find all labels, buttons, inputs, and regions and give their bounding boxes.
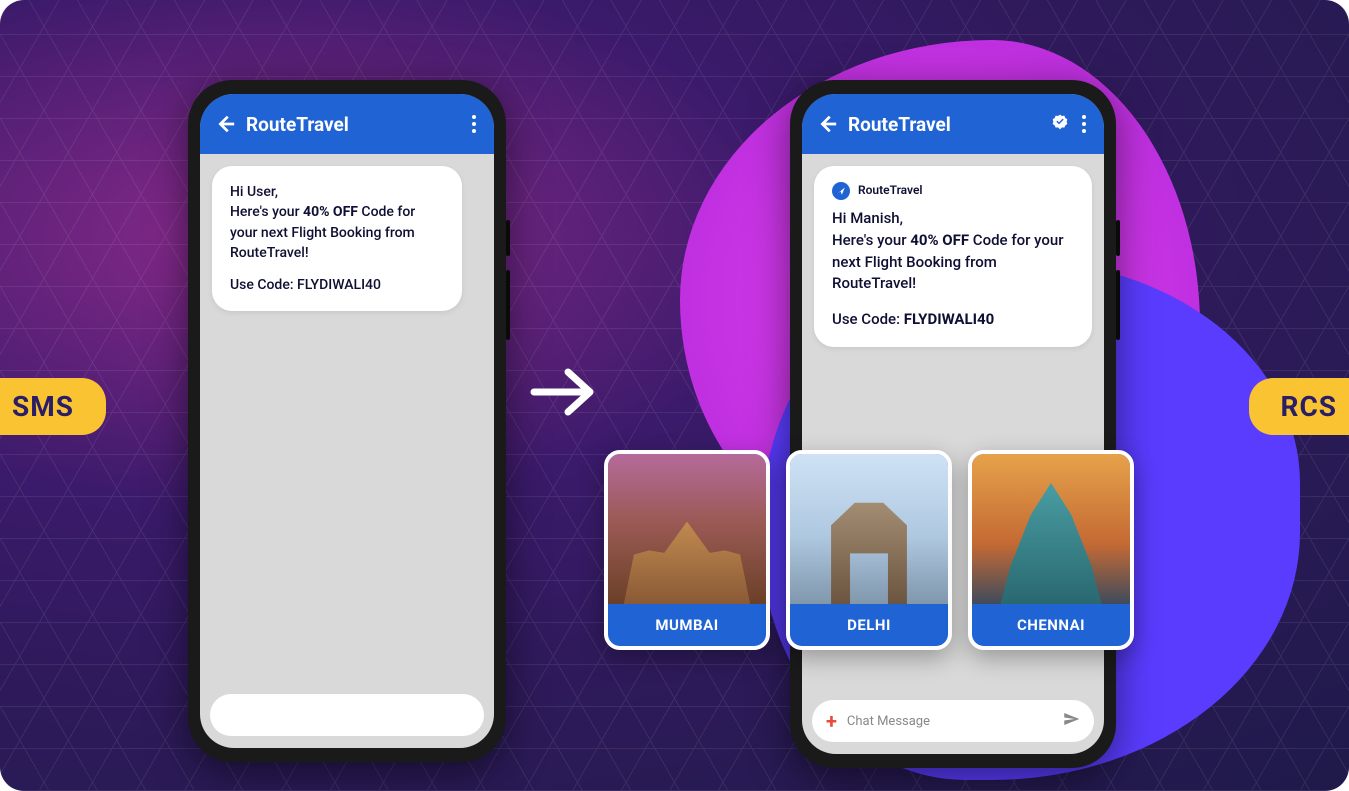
sms-message-bubble: Hi User, Here's your 40% OFF Code for yo… [212, 166, 462, 311]
sms-input-bar[interactable] [210, 694, 484, 736]
screen-sms: RouteTravel Hi User, Here's your 40% OFF… [200, 94, 494, 748]
message-area: Hi User, Here's your 40% OFF Code for yo… [200, 154, 494, 684]
carousel-card-chennai[interactable]: CHENNAI [968, 450, 1134, 650]
rcs-input-bar[interactable]: + Chat Message [812, 700, 1094, 742]
infographic-canvas: SMS RCS RouteTravel Hi User, Here's your… [0, 0, 1349, 791]
carousel-card-delhi[interactable]: DELHI [786, 450, 952, 650]
appbar-rcs: RouteTravel [802, 94, 1104, 154]
plus-icon[interactable]: + [826, 709, 837, 733]
sms-line1: Hi User, [230, 182, 444, 202]
appbar-sms: RouteTravel [200, 94, 494, 154]
rcs-carousel: MUMBAI DELHI CHENNAI [604, 450, 1134, 650]
sender-avatar-icon [832, 182, 850, 200]
sms-line2: Here's your 40% OFF Code for your next F… [230, 202, 444, 263]
verified-badge-icon [1052, 114, 1068, 134]
kebab-menu-icon[interactable] [468, 111, 480, 137]
rcs-line2: Here's your 40% OFF Code for your next F… [832, 230, 1074, 295]
sender-row: RouteTravel [832, 182, 1074, 200]
card-label: CHENNAI [972, 604, 1130, 646]
back-icon[interactable] [214, 113, 236, 135]
rcs-code-line: Use Code: FLYDIWALI40 [832, 309, 1074, 331]
phone-sms: RouteTravel Hi User, Here's your 40% OFF… [188, 80, 506, 762]
card-image [790, 454, 948, 604]
input-placeholder: Chat Message [847, 714, 1052, 729]
rcs-line1: Hi Manish, [832, 208, 1074, 230]
label-sms: SMS [0, 378, 106, 435]
card-label: DELHI [790, 604, 948, 646]
sms-code-line: Use Code: FLYDIWALI40 [230, 275, 444, 295]
back-icon[interactable] [816, 113, 838, 135]
carousel-card-mumbai[interactable]: MUMBAI [604, 450, 770, 650]
rcs-message-bubble: RouteTravel Hi Manish, Here's your 40% O… [814, 166, 1092, 347]
phone-rcs: RouteTravel RouteTravel Hi Manish, [790, 80, 1116, 768]
send-icon[interactable] [1062, 710, 1080, 732]
card-image [972, 454, 1130, 604]
card-image [608, 454, 766, 604]
sender-name: RouteTravel [858, 182, 923, 199]
kebab-menu-icon[interactable] [1078, 111, 1090, 137]
appbar-title: RouteTravel [246, 113, 458, 136]
label-rcs: RCS [1249, 378, 1349, 435]
screen-rcs: RouteTravel RouteTravel Hi Manish, [802, 94, 1104, 754]
arrow-icon [528, 364, 598, 424]
card-label: MUMBAI [608, 604, 766, 646]
appbar-title: RouteTravel [848, 113, 1044, 136]
